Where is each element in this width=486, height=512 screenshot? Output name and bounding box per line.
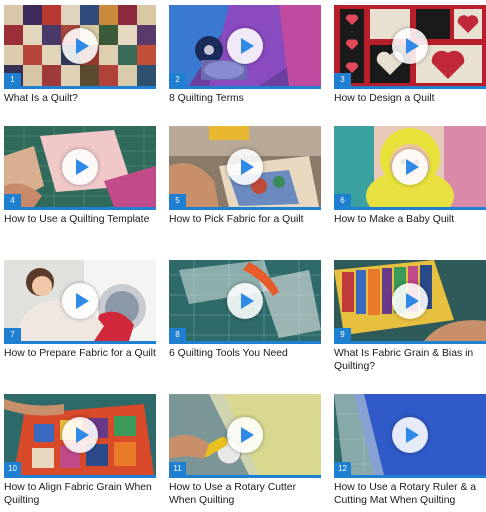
video-thumbnail[interactable]: 5: [169, 126, 321, 210]
video-thumbnail[interactable]: 3: [334, 5, 486, 89]
video-title[interactable]: How to Use a Rotary Ruler & a Cutting Ma…: [334, 482, 486, 507]
video-number-badge: 9: [334, 328, 351, 341]
video-number-badge: 1: [4, 73, 21, 86]
play-icon[interactable]: [62, 282, 98, 319]
video-title[interactable]: How to Prepare Fabric for a Quilt: [4, 348, 156, 361]
video-card-1[interactable]: 1 What Is a Quilt?: [4, 5, 156, 106]
video-number-badge: 11: [169, 462, 186, 475]
video-number-badge: 4: [4, 194, 21, 207]
video-number-badge: 2: [169, 73, 186, 86]
video-thumbnail[interactable]: 6: [334, 126, 486, 210]
video-title[interactable]: 8 Quilting Terms: [169, 93, 321, 106]
video-card-10[interactable]: 10 How to Align Fabric Grain When Quilti…: [4, 394, 156, 507]
video-card-7[interactable]: 7 How to Prepare Fabric for a Quilt: [4, 260, 156, 361]
video-thumbnail[interactable]: 12: [334, 394, 486, 478]
video-number-badge: 10: [4, 462, 21, 475]
play-icon[interactable]: [227, 282, 263, 319]
video-thumbnail[interactable]: 4: [4, 126, 156, 210]
video-number-badge: 8: [169, 328, 186, 341]
video-title[interactable]: How to Design a Quilt: [334, 93, 486, 106]
video-card-8[interactable]: 8 6 Quilting Tools You Need: [169, 260, 321, 361]
video-thumbnail[interactable]: 11: [169, 394, 321, 478]
video-thumbnail[interactable]: 7: [4, 260, 156, 344]
video-title[interactable]: What Is a Quilt?: [4, 93, 156, 106]
video-card-6[interactable]: 6 How to Make a Baby Quilt: [334, 126, 486, 227]
video-thumbnail[interactable]: 8: [169, 260, 321, 344]
video-card-5[interactable]: 5 How to Pick Fabric for a Quilt: [169, 126, 321, 227]
video-thumbnail[interactable]: 1: [4, 5, 156, 89]
video-card-12[interactable]: 12 How to Use a Rotary Ruler & a Cutting…: [334, 394, 486, 507]
video-number-badge: 12: [334, 462, 351, 475]
video-card-9[interactable]: 9 What Is Fabric Grain & Bias in Quiltin…: [334, 260, 486, 373]
video-title[interactable]: What Is Fabric Grain & Bias in Quilting?: [334, 348, 486, 373]
play-icon[interactable]: [227, 148, 263, 185]
video-card-2[interactable]: 2 8 Quilting Terms: [169, 5, 321, 106]
play-icon[interactable]: [62, 27, 98, 64]
video-title[interactable]: How to Use a Quilting Template: [4, 214, 156, 227]
video-card-4[interactable]: 4 How to Use a Quilting Template: [4, 126, 156, 227]
video-number-badge: 5: [169, 194, 186, 207]
video-title[interactable]: How to Use a Rotary Cutter When Quilting: [169, 482, 321, 507]
video-card-3[interactable]: 3 How to Design a Quilt: [334, 5, 486, 106]
video-number-badge: 3: [334, 73, 351, 86]
play-icon[interactable]: [392, 282, 428, 319]
video-title[interactable]: How to Align Fabric Grain When Quilting: [4, 482, 156, 507]
play-icon[interactable]: [392, 416, 428, 453]
video-thumbnail[interactable]: 9: [334, 260, 486, 344]
video-card-11[interactable]: 11 How to Use a Rotary Cutter When Quilt…: [169, 394, 321, 507]
video-number-badge: 6: [334, 194, 351, 207]
video-title[interactable]: How to Pick Fabric for a Quilt: [169, 214, 321, 227]
video-thumbnail[interactable]: 10: [4, 394, 156, 478]
play-icon[interactable]: [392, 27, 428, 64]
play-icon[interactable]: [227, 416, 263, 453]
play-icon[interactable]: [392, 148, 428, 185]
video-number-badge: 7: [4, 328, 21, 341]
play-icon[interactable]: [227, 27, 263, 64]
video-title[interactable]: 6 Quilting Tools You Need: [169, 348, 321, 361]
video-thumbnail[interactable]: 2: [169, 5, 321, 89]
play-icon[interactable]: [62, 148, 98, 185]
play-icon[interactable]: [62, 416, 98, 453]
video-title[interactable]: How to Make a Baby Quilt: [334, 214, 486, 227]
video-grid: 1 What Is a Quilt? 2 8 Quilting Terms 3 …: [0, 0, 486, 512]
